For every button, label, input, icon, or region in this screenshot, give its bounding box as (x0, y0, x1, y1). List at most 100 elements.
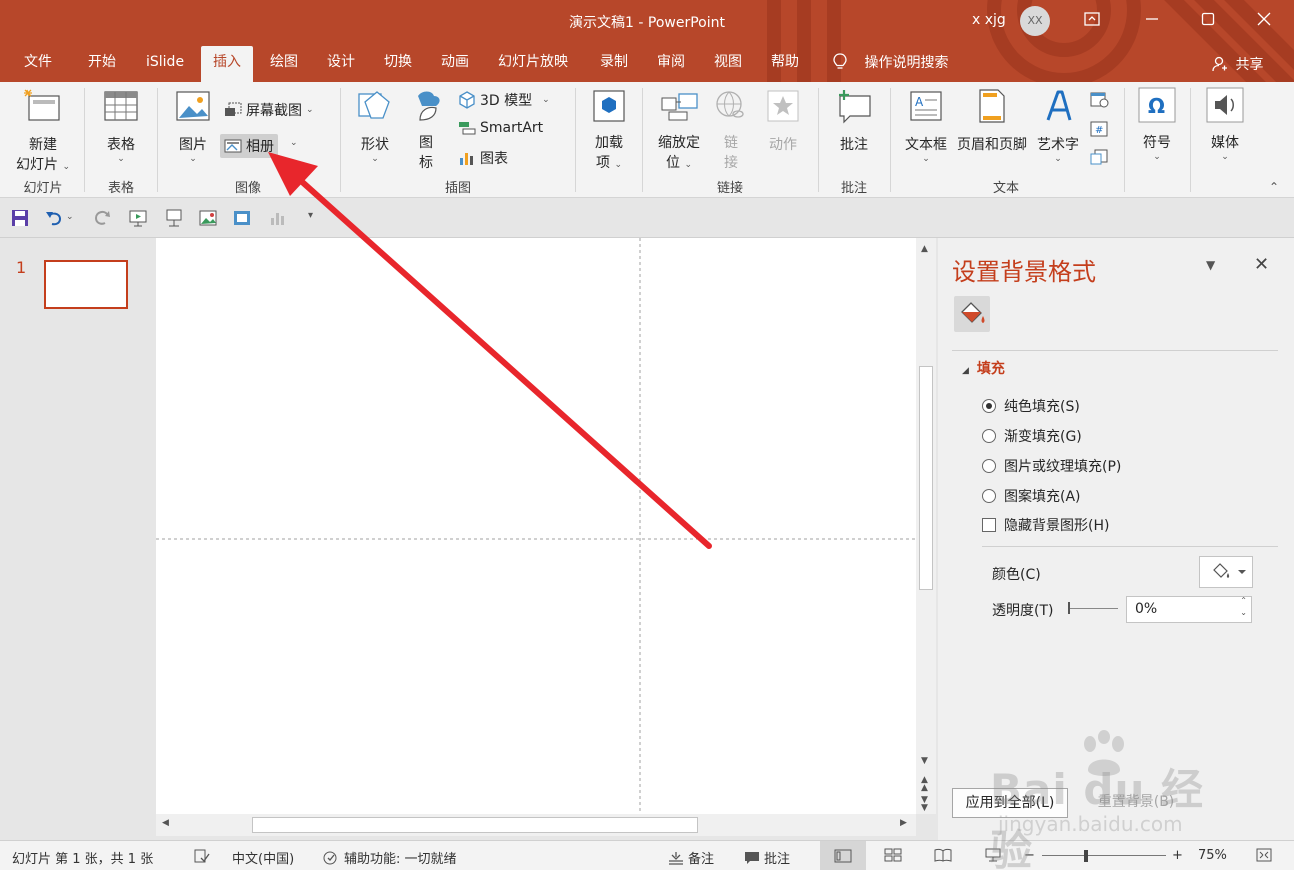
slide-number-button[interactable]: # (1088, 120, 1110, 142)
tab-animations[interactable]: 动画 (429, 46, 481, 82)
tab-file[interactable]: 文件 (12, 46, 64, 82)
tab-islide[interactable]: iSlide (134, 46, 196, 82)
notes-button[interactable]: 备注 (668, 848, 714, 867)
reset-background-button[interactable]: 重置背景(B) (1078, 788, 1194, 818)
tab-transitions[interactable]: 切换 (372, 46, 424, 82)
solid-fill-option[interactable]: 纯色填充(S) (982, 396, 1080, 416)
spinner-icon[interactable]: ⌃ ⌄ (1240, 595, 1247, 619)
accessibility-status[interactable]: 辅助功能: 一切就绪 (322, 848, 457, 867)
tab-review[interactable]: 审阅 (645, 46, 697, 82)
zoom-level[interactable]: 75% (1198, 848, 1227, 863)
user-name[interactable]: x xjg (972, 12, 1006, 28)
scroll-down-icon[interactable]: ▼ (921, 756, 928, 766)
next-slide-icon[interactable]: ▼ ▼ (921, 796, 928, 813)
pane-options-icon[interactable]: ▼ (1206, 258, 1215, 272)
zoom-out-button[interactable]: − (1024, 848, 1035, 863)
minimize-icon[interactable] (1138, 8, 1166, 34)
media-button[interactable]: 媒体 ⌄ (1202, 86, 1248, 162)
slideshow-start-icon[interactable] (128, 208, 148, 228)
language-status[interactable]: 中文(中国) (232, 848, 294, 867)
vertical-scroll-thumb[interactable] (919, 366, 933, 590)
picture-icon[interactable] (198, 208, 218, 228)
save-icon[interactable] (10, 208, 30, 228)
pattern-fill-option[interactable]: 图案填充(A) (982, 486, 1081, 506)
slide-canvas[interactable] (156, 238, 916, 814)
slide-sorter-button[interactable] (884, 848, 902, 862)
presenter-icon[interactable] (164, 208, 184, 228)
textbox-button[interactable]: A 文本框 ⌄ (900, 88, 952, 164)
tab-record[interactable]: 录制 (588, 46, 640, 82)
zoom-slider-handle[interactable] (1084, 850, 1088, 862)
horizontal-scrollbar[interactable]: ◀ ▶ (156, 814, 916, 836)
comment-button[interactable]: 批注 (828, 88, 880, 154)
object-button[interactable] (1088, 148, 1110, 170)
close-icon[interactable] (1250, 8, 1278, 34)
tab-insert[interactable]: 插入 (201, 46, 253, 82)
photo-album-dropdown[interactable]: ⌄ (290, 138, 298, 148)
photo-album-button[interactable]: 相册 (220, 134, 278, 158)
previous-slide-icon[interactable]: ▲ ▲ (921, 776, 928, 793)
reading-view-button[interactable] (934, 848, 952, 862)
gradient-fill-option[interactable]: 渐变填充(G) (982, 426, 1082, 446)
tab-design[interactable]: 设计 (315, 46, 367, 82)
tab-view[interactable]: 视图 (702, 46, 754, 82)
link-button[interactable]: 链 接 (710, 88, 752, 172)
slide-thumbnail[interactable] (44, 260, 128, 309)
share-button[interactable]: 共享 (1212, 54, 1263, 74)
horizontal-scroll-thumb[interactable] (252, 817, 698, 833)
pane-close-icon[interactable]: ✕ (1254, 254, 1269, 275)
zoom-in-button[interactable]: + (1172, 848, 1183, 863)
picture-button[interactable]: 图片 ⌄ (166, 88, 220, 164)
fill-bucket-icon[interactable] (954, 296, 990, 332)
normal-view-button[interactable] (820, 841, 866, 870)
redo-icon[interactable] (92, 208, 112, 228)
new-slide-button[interactable]: 新建 幻灯片 ⌄ (10, 88, 76, 174)
addins-button[interactable]: 加载 项 ⌄ (584, 88, 634, 172)
zoom-button[interactable]: 缩放定 位 ⌄ (650, 88, 708, 172)
tell-me-search[interactable]: 操作说明搜索 (832, 52, 948, 72)
fit-slide-icon[interactable] (1256, 848, 1272, 862)
tab-slideshow[interactable]: 幻灯片放映 (486, 46, 580, 82)
chevron-down-icon[interactable]: ⌄ (66, 212, 86, 232)
smartart-button[interactable]: SmartArt (458, 120, 543, 136)
date-time-button[interactable] (1088, 90, 1110, 112)
screenshot-button[interactable]: 屏幕截图 ⌄ (224, 100, 314, 120)
icons-button[interactable]: 图 标 (406, 88, 446, 172)
3d-models-button[interactable]: 3D 模型 ⌄ (458, 90, 550, 110)
comments-button[interactable]: 批注 (744, 848, 790, 867)
chevron-down-icon: ⌄ (371, 154, 379, 164)
tab-home[interactable]: 开始 (76, 46, 128, 82)
avatar[interactable]: XX (1020, 6, 1050, 36)
book-icon (934, 848, 952, 862)
ribbon-display-icon[interactable] (1078, 8, 1106, 34)
table-button[interactable]: 表格 ⌄ (94, 88, 148, 164)
vertical-scrollbar[interactable]: ▲ ▼ ▲ ▲ ▼ ▼ (916, 238, 936, 814)
shapes-button[interactable]: 形状 ⌄ (352, 88, 398, 164)
slideshow-button[interactable] (984, 848, 1002, 862)
spell-check-icon[interactable] (192, 848, 210, 864)
zoom-slider[interactable] (1042, 855, 1166, 856)
collapse-ribbon-icon[interactable]: ⌃ (1266, 180, 1282, 194)
hide-background-checkbox[interactable]: 隐藏背景图形(H) (982, 515, 1109, 535)
header-footer-button[interactable]: 页眉和页脚 (952, 88, 1032, 154)
fill-section-header[interactable]: ◢ 填充 (962, 358, 1005, 378)
maximize-icon[interactable] (1194, 8, 1222, 34)
scroll-left-icon[interactable]: ◀ (162, 818, 169, 828)
color-picker-button[interactable] (1199, 556, 1253, 588)
action-button[interactable]: 动作 (760, 88, 806, 154)
picture-fill-option[interactable]: 图片或纹理填充(P) (982, 456, 1121, 476)
album-icon[interactable] (232, 208, 252, 228)
apply-to-all-button[interactable]: 应用到全部(L) (952, 788, 1068, 818)
undo-icon[interactable] (44, 208, 64, 228)
symbol-button[interactable]: Ω 符号 ⌄ (1134, 86, 1180, 162)
wordart-button[interactable]: 艺术字 ⌄ (1032, 88, 1084, 164)
transparency-input[interactable]: 0% ⌃ ⌄ (1126, 596, 1252, 623)
transparency-slider[interactable] (1070, 608, 1118, 609)
scroll-right-icon[interactable]: ▶ (900, 818, 907, 828)
tab-help[interactable]: 帮助 (759, 46, 811, 82)
customize-toolbar-icon[interactable]: ▾ (308, 210, 328, 230)
tab-draw[interactable]: 绘图 (258, 46, 310, 82)
chart-button[interactable]: 图表 (458, 148, 508, 168)
chart-disabled-icon[interactable] (268, 208, 288, 228)
scroll-up-icon[interactable]: ▲ (921, 244, 928, 254)
